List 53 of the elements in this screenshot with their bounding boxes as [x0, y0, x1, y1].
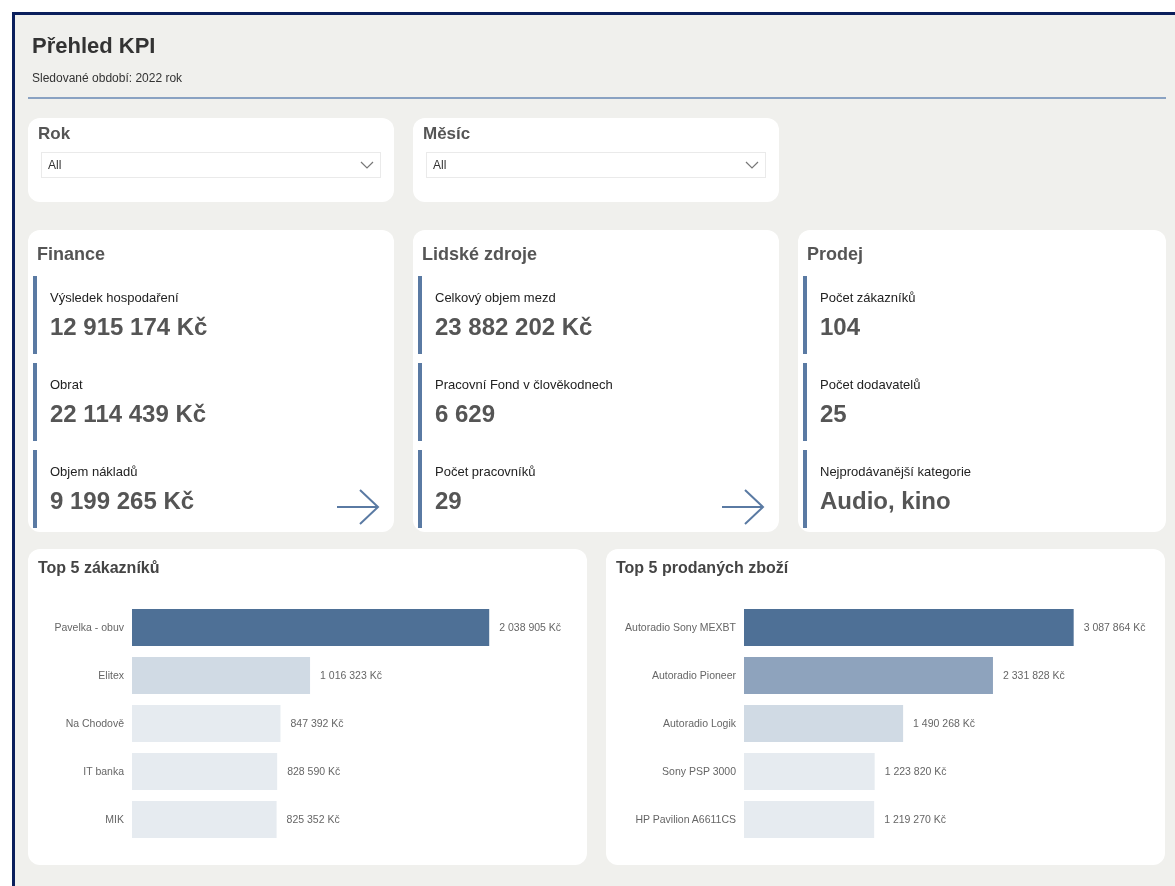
filter-label: Rok — [38, 123, 72, 145]
kpi-value: 22 114 439 Kč — [50, 399, 207, 429]
page-title: Přehled KPI — [32, 35, 157, 57]
arrow-right-icon[interactable] — [721, 489, 765, 525]
value-label: 1 223 820 Kč — [884, 765, 947, 777]
category-label: Autoradio Logik — [663, 717, 736, 729]
category-label: HP Pavilion A6611CS — [635, 813, 736, 825]
value-label: 1 490 268 Kč — [913, 717, 975, 729]
kpi-label: Nejprodávanější kategorie — [820, 464, 973, 480]
value-label: 3 087 864 Kč — [1083, 621, 1146, 633]
category-label: Autoradio Sony MEXBT — [625, 621, 736, 633]
card-title: Lidské zdroje — [421, 243, 539, 266]
category-label: Sony PSP 3000 — [662, 765, 736, 777]
value-label: 1 219 270 Kč — [884, 813, 947, 825]
category-label: Elitex — [98, 669, 124, 681]
category-label: Na Chodově — [65, 717, 124, 729]
category-label: Autoradio Pioneer — [651, 669, 736, 681]
kpi-label: Obrat — [50, 377, 84, 393]
kpi-value: 29 — [435, 486, 462, 516]
kpi-value: 23 882 202 Kč — [435, 312, 593, 342]
kpi-label: Počet pracovníků — [435, 464, 537, 480]
value-label: 2 038 905 Kč — [499, 621, 562, 633]
value-label: 847 392 Kč — [290, 717, 344, 729]
filter-label: Měsíc — [423, 123, 472, 145]
kpi-value: 12 915 174 Kč — [50, 312, 208, 342]
value-label: 1 016 323 Kč — [320, 669, 382, 681]
page-subtitle: Sledované období: 2022 rok — [32, 70, 184, 87]
kpi-label: Výsledek hospodaření — [50, 290, 180, 306]
chevron-down-icon — [360, 161, 374, 169]
card-title: Finance — [36, 243, 107, 266]
kpi-label: Počet zákazníků — [820, 290, 917, 306]
kpi-value: 6 629 — [435, 399, 496, 429]
kpi-value: 25 — [820, 399, 847, 429]
value-label: 2 331 828 Kč — [1002, 669, 1065, 681]
chart-title: Top 5 prodaných zboží — [616, 558, 790, 578]
kpi-value: 104 — [820, 312, 861, 342]
dropdown[interactable]: All — [41, 152, 381, 178]
chart-title: Top 5 zákazníků — [38, 558, 161, 578]
kpi-label: Pracovní Fond v člověkodnech — [435, 377, 614, 393]
card-title: Prodej — [806, 243, 864, 266]
kpi-label: Objem nákladů — [50, 464, 139, 480]
chevron-down-icon — [745, 161, 759, 169]
kpi-label: Počet dodavatelů — [820, 377, 922, 393]
arrow-right-icon[interactable] — [336, 489, 380, 525]
dropdown[interactable]: All — [426, 152, 766, 178]
kpi-value: Audio, kino — [820, 486, 951, 516]
kpi-label: Celkový objem mezd — [435, 290, 557, 306]
value-label: 825 352 Kč — [286, 813, 340, 825]
value-label: 828 590 Kč — [287, 765, 341, 777]
category-label: Pavelka - obuv — [54, 621, 124, 633]
category-label: IT banka — [83, 765, 124, 777]
category-label: MIK — [105, 813, 124, 825]
kpi-value: 9 199 265 Kč — [50, 486, 195, 516]
